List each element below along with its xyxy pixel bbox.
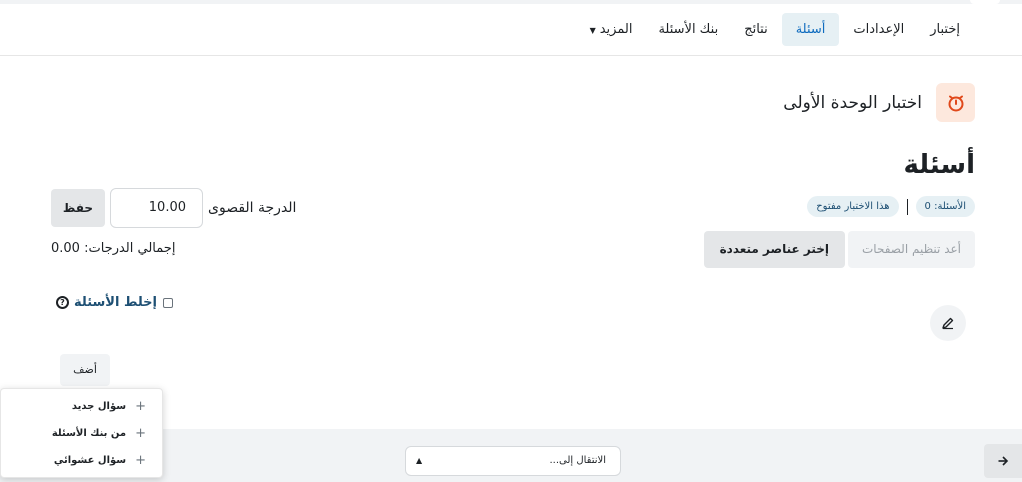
quiz-open-badge: هذا الاختبار مفتوح — [807, 196, 899, 217]
tab-more[interactable]: المزيد▼ — [578, 13, 645, 46]
edit-section-button[interactable] — [930, 305, 966, 341]
help-question-icon[interactable]: ? — [56, 296, 69, 309]
max-grade-form: حفظ 10.00 الدرجة القصوى — [51, 188, 296, 228]
arrow-right-icon — [998, 456, 1009, 466]
menu-item-new-question[interactable]: + سؤال جديد — [1, 393, 162, 420]
plus-icon: + — [135, 453, 146, 468]
select-multiple-button[interactable]: إختر عناصر متعددة — [703, 231, 845, 268]
next-activity-button[interactable] — [984, 444, 1022, 478]
quiz-timer-icon — [936, 83, 975, 122]
tab-question-bank[interactable]: بنك الأسئلة — [646, 13, 730, 46]
add-menu: + سؤال جديد + من بنك الأسئلة + سؤال عشوائي — [0, 388, 163, 478]
tab-settings[interactable]: الإعدادات — [841, 13, 916, 46]
select-arrows-icon: ▲▼ — [416, 456, 423, 465]
menu-item-random-question[interactable]: + سؤال عشوائي — [1, 447, 162, 474]
pencil-icon — [942, 317, 954, 330]
shuffle-checkbox[interactable] — [163, 297, 173, 308]
page-title: أسئلة — [903, 150, 975, 180]
edit-actions: أعد تنظيم الصفحات إختر عناصر متعددة — [703, 231, 975, 268]
repaginate-button[interactable]: أعد تنظيم الصفحات — [848, 231, 975, 268]
total-marks: إجمالي الدرجات: 0.00 — [51, 241, 176, 256]
tab-questions[interactable]: أسئلة — [781, 13, 840, 46]
jump-to-select[interactable]: الانتقال إلى... ▲▼ — [405, 446, 621, 476]
quiz-title: اختبار الوحدة الأولى — [783, 92, 922, 113]
divider — [906, 198, 908, 215]
shuffle-label: إخلط الأسئلة — [74, 295, 157, 310]
save-button[interactable]: حفظ — [51, 189, 105, 227]
questions-count-badge: الأسئلة: 0 — [915, 196, 975, 217]
jump-to-label: الانتقال إلى... — [549, 455, 606, 466]
tab-quiz[interactable]: إختبار — [918, 13, 972, 46]
max-grade-label: الدرجة القصوى — [208, 200, 297, 216]
plus-icon: + — [135, 399, 146, 414]
add-button[interactable]: أضف — [60, 354, 110, 386]
quiz-status: الأسئلة: 0 هذا الاختبار مفتوح — [807, 196, 975, 217]
shuffle-questions: ? إخلط الأسئلة — [56, 295, 173, 310]
plus-icon: + — [135, 426, 146, 441]
secondary-navigation: إختبار الإعدادات أسئلة نتائج بنك الأسئلة… — [0, 4, 1022, 56]
caret-down-icon: ▼ — [589, 26, 596, 35]
tab-results[interactable]: نتائج — [732, 13, 780, 46]
activity-header: اختبار الوحدة الأولى — [783, 83, 975, 122]
max-grade-input[interactable]: 10.00 — [110, 188, 203, 228]
menu-item-from-question-bank[interactable]: + من بنك الأسئلة — [1, 420, 162, 447]
